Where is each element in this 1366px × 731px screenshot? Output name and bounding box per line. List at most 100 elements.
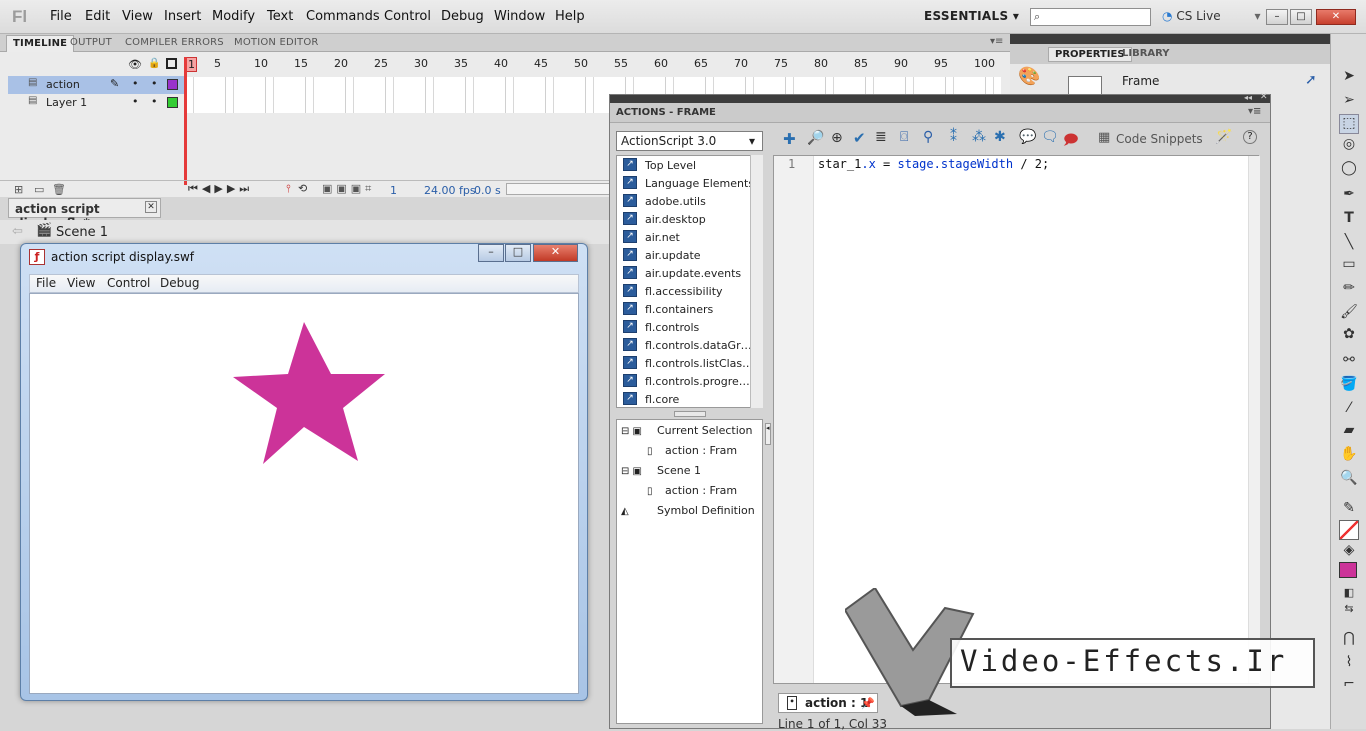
swf-menu-control[interactable]: Control: [107, 276, 150, 290]
toolbox-item[interactable]: ↗ Top Level: [617, 156, 762, 174]
collapse-between-icon[interactable]: ⁑: [950, 129, 957, 145]
swf-menu-view[interactable]: View: [67, 276, 95, 290]
subselection-tool-icon[interactable]: ➢: [1339, 92, 1359, 112]
collapse-icon[interactable]: ◂◂: [1244, 93, 1252, 102]
editor-scrollbar[interactable]: [1248, 156, 1260, 683]
toolbox-item[interactable]: ↗ fl.controls: [617, 318, 762, 336]
expand-all-icon[interactable]: ✱: [994, 129, 1006, 145]
debug-options-icon[interactable]: ⚲: [923, 129, 933, 145]
auto-format-icon[interactable]: ≣: [875, 129, 887, 145]
smooth-icon[interactable]: ⌇: [1339, 654, 1359, 674]
minimize-button[interactable]: –: [1266, 9, 1288, 25]
layer-row-action[interactable]: ▤ action ✎ • •: [8, 76, 184, 94]
language-select[interactable]: ActionScript 3.0 ▾: [616, 131, 763, 151]
toolbox-item[interactable]: ↗ adobe.utils: [617, 192, 762, 210]
workspace-switcher[interactable]: ESSENTIALS ▾: [924, 9, 1019, 23]
fill-color-swatch[interactable]: [1339, 562, 1357, 578]
close-button[interactable]: ✕: [1316, 9, 1356, 25]
visible-dot[interactable]: •: [132, 95, 139, 108]
tab-library[interactable]: LIBRARY: [1122, 48, 1170, 59]
scene-name[interactable]: Scene 1: [56, 225, 108, 240]
stroke-color-swatch[interactable]: [1339, 520, 1359, 540]
panel-menu-icon[interactable]: ▾≡: [1248, 106, 1261, 117]
bone-tool-icon[interactable]: ⚯: [1339, 352, 1359, 372]
menu-window[interactable]: Window: [494, 9, 545, 24]
deco-tool-icon[interactable]: ✿: [1339, 326, 1359, 346]
hand-tool-icon[interactable]: ✋: [1339, 446, 1359, 466]
playback-controls[interactable]: ⏮◀▶▶⏭: [188, 182, 253, 196]
code-line[interactable]: star_1.x = stage.stageWidth / 2;: [818, 157, 1049, 171]
layer-color-swatch[interactable]: [167, 97, 178, 108]
lock-icon[interactable]: 🔒: [148, 58, 160, 69]
menu-debug[interactable]: Debug: [441, 9, 484, 24]
tab-compiler-errors[interactable]: COMPILER ERRORS: [119, 35, 230, 52]
collapse-selection-icon[interactable]: ⁂: [972, 129, 986, 145]
script-assist-icon[interactable]: 🪄: [1215, 129, 1232, 145]
menu-control[interactable]: Control: [384, 9, 431, 24]
star-shape[interactable]: [233, 322, 385, 464]
lock-dot[interactable]: •: [151, 95, 158, 108]
check-syntax-icon[interactable]: ✔: [853, 129, 866, 147]
swf-player-window[interactable]: ƒ action script display.swf – □ ✕ File V…: [20, 243, 588, 701]
panel-menu-icon[interactable]: ▾≡: [990, 36, 1003, 47]
brush-tool-icon[interactable]: 🖌: [1339, 304, 1359, 324]
navigator-item[interactable]: ▯ action : Fram: [647, 444, 737, 457]
block-comment-icon[interactable]: 💬: [1019, 129, 1036, 145]
help-link-icon[interactable]: ➚: [1305, 72, 1317, 88]
visible-dot[interactable]: •: [132, 77, 139, 90]
menu-help[interactable]: Help: [555, 9, 585, 24]
collapse-navigator-icon[interactable]: ◂: [765, 423, 771, 445]
layer-color-swatch[interactable]: [167, 79, 178, 90]
onion-skin-icons[interactable]: ▣▣▣⌗: [322, 182, 375, 196]
help-icon[interactable]: ?: [1243, 130, 1257, 144]
document-tab[interactable]: action script display.fla* ✕: [8, 198, 161, 230]
pen-tool-icon[interactable]: ✒: [1339, 186, 1359, 206]
remove-comment-icon[interactable]: 🗩: [1063, 129, 1079, 153]
menu-insert[interactable]: Insert: [164, 9, 201, 24]
paint-bucket-tool-icon[interactable]: 🪣: [1339, 376, 1359, 396]
eraser-tool-icon[interactable]: ▰: [1339, 422, 1359, 442]
toolbox-item[interactable]: ↗ fl.controls.listClas…: [617, 354, 762, 372]
cslive-button[interactable]: ◔ CS Live ▾: [1162, 9, 1261, 23]
menu-commands[interactable]: Commands: [306, 9, 380, 24]
tab-properties[interactable]: PROPERTIES: [1048, 47, 1132, 62]
toolbox-item[interactable]: ↗ Language Elements: [617, 174, 762, 192]
toolbox-item[interactable]: ↗ air.net: [617, 228, 762, 246]
swf-minimize-button[interactable]: –: [478, 244, 504, 262]
loop-icon[interactable]: ⟲: [298, 182, 307, 195]
find-icon[interactable]: 🔎: [807, 130, 824, 146]
close-icon[interactable]: ✕: [145, 201, 157, 213]
maximize-button[interactable]: □: [1290, 9, 1312, 25]
pencil-tool-icon[interactable]: ✏: [1339, 280, 1359, 300]
snap-magnet-icon[interactable]: ⋂: [1339, 630, 1359, 650]
straighten-icon[interactable]: ⌐: [1339, 676, 1359, 696]
menu-edit[interactable]: Edit: [85, 9, 110, 24]
swf-menu-file[interactable]: File: [36, 276, 56, 290]
code-hint-icon[interactable]: ⌼: [900, 129, 908, 145]
navigator-item[interactable]: ◭ Symbol Definition: [621, 504, 755, 517]
navigator-item[interactable]: ▯ action : Fram: [647, 484, 737, 497]
stroke-color-icon[interactable]: ✎: [1339, 500, 1359, 520]
3d-rotation-tool-icon[interactable]: ◎: [1339, 136, 1359, 156]
navigator-item[interactable]: ⊟ ▣ Scene 1: [621, 464, 701, 477]
playhead[interactable]: [184, 57, 187, 185]
delete-layer-icon[interactable]: 🗑: [52, 183, 66, 196]
line-comment-icon[interactable]: 🗨: [1041, 129, 1059, 145]
actions-titlebar[interactable]: ◂◂ ✕: [610, 92, 1270, 103]
eyedropper-tool-icon[interactable]: ⁄: [1339, 400, 1359, 420]
toolbox-item[interactable]: ↗ fl.controls.progre…: [617, 372, 762, 390]
toolbox-item[interactable]: ↗ air.update: [617, 246, 762, 264]
frame-rate[interactable]: 24.00 fps: [424, 184, 476, 197]
free-transform-tool-icon[interactable]: ⬚: [1339, 114, 1359, 134]
text-tool-icon[interactable]: T: [1339, 210, 1359, 230]
toolbox-item[interactable]: ↗ fl.core: [617, 390, 762, 407]
line-tool-icon[interactable]: ╲: [1339, 234, 1359, 254]
rectangle-tool-icon[interactable]: ▭: [1339, 256, 1359, 276]
selection-tool-icon[interactable]: ➤: [1339, 68, 1359, 88]
zoom-tool-icon[interactable]: 🔍: [1339, 470, 1359, 490]
tab-motion-editor[interactable]: MOTION EDITOR: [228, 35, 325, 52]
fill-color-icon[interactable]: ◈: [1339, 542, 1359, 562]
outline-icon[interactable]: [166, 58, 177, 69]
add-item-icon[interactable]: ✚: [783, 130, 796, 148]
menu-modify[interactable]: Modify: [212, 9, 255, 24]
